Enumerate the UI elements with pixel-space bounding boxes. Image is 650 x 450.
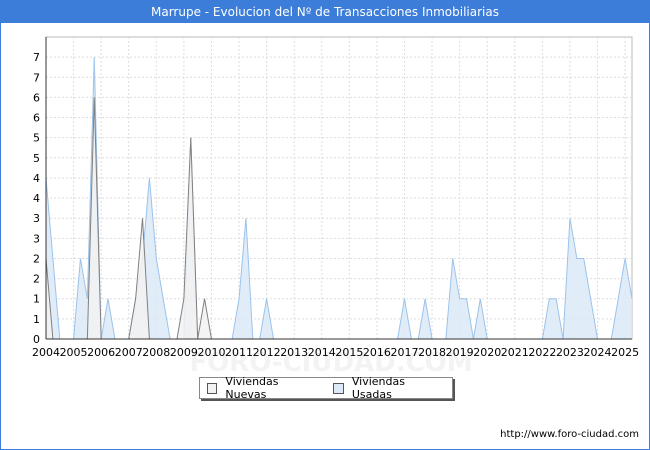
chart-canvas: FORO-CIUDAD.COM 0112233445566772004 2005 2… bbox=[32, 36, 639, 378]
legend-label-usadas: Viviendas Usadas bbox=[351, 375, 405, 401]
y-tick-label: 4 bbox=[33, 172, 40, 185]
x-tick-label: 2008 bbox=[142, 346, 170, 359]
y-tick-label: 7 bbox=[33, 71, 40, 84]
x-tick-label: 2012 bbox=[253, 346, 281, 359]
legend-label-nuevas: Viviendas Nuevas bbox=[225, 375, 279, 401]
chart-frame: Marrupe - Evolucion del Nº de Transaccio… bbox=[0, 0, 650, 450]
x-tick-label: 2015 bbox=[335, 346, 363, 359]
legend: Viviendas Nuevas Viviendas Usadas bbox=[199, 375, 453, 401]
legend-swatch-usadas bbox=[333, 382, 344, 394]
y-tick-label: 0 bbox=[33, 333, 40, 346]
legend-item-nuevas: Viviendas Nuevas bbox=[207, 375, 316, 401]
legend-item-usadas: Viviendas Usadas bbox=[333, 375, 442, 401]
y-tick-label: 6 bbox=[33, 112, 40, 125]
y-tick-label: 5 bbox=[33, 152, 40, 165]
source-link[interactable]: http://www.foro-ciudad.com bbox=[500, 429, 639, 440]
x-tick-label: 2020 bbox=[473, 346, 501, 359]
plot-area bbox=[45, 36, 633, 340]
y-tick-label: 2 bbox=[33, 273, 40, 286]
x-tick-label: 2010 bbox=[197, 346, 225, 359]
x-tick-label: 2018 bbox=[418, 346, 446, 359]
x-tick-label: 2021 bbox=[501, 346, 529, 359]
x-tick-label: 2009 bbox=[170, 346, 198, 359]
x-tick-label: 2007 bbox=[115, 346, 143, 359]
x-tick-label: 2013 bbox=[280, 346, 308, 359]
y-tick-label: 5 bbox=[33, 132, 40, 145]
y-tick-label: 2 bbox=[33, 252, 40, 265]
y-tick-label: 3 bbox=[33, 232, 40, 245]
x-tick-label: 2019 bbox=[446, 346, 474, 359]
x-tick-label: 2016 bbox=[363, 346, 391, 359]
x-tick-label: 2006 bbox=[87, 346, 115, 359]
x-tick-label: 2025 bbox=[611, 346, 639, 359]
x-tick-label: 2017 bbox=[390, 346, 418, 359]
x-tick-label: 2024 bbox=[584, 346, 612, 359]
x-tick-label: 2023 bbox=[556, 346, 584, 359]
y-tick-label: 1 bbox=[33, 293, 40, 306]
x-tick-label: 2014 bbox=[308, 346, 336, 359]
y-tick-label: 7 bbox=[33, 51, 40, 64]
legend-swatch-nuevas bbox=[207, 382, 218, 394]
x-tick-label: 2022 bbox=[528, 346, 556, 359]
y-tick-label: 3 bbox=[33, 212, 40, 225]
x-tick-label: 2005 bbox=[60, 346, 88, 359]
y-tick-label: 1 bbox=[33, 313, 40, 326]
y-tick-label: 6 bbox=[33, 91, 40, 104]
y-tick-label: 4 bbox=[33, 192, 40, 205]
x-tick-label: 2004 bbox=[32, 346, 60, 359]
x-tick-label: 2011 bbox=[225, 346, 253, 359]
